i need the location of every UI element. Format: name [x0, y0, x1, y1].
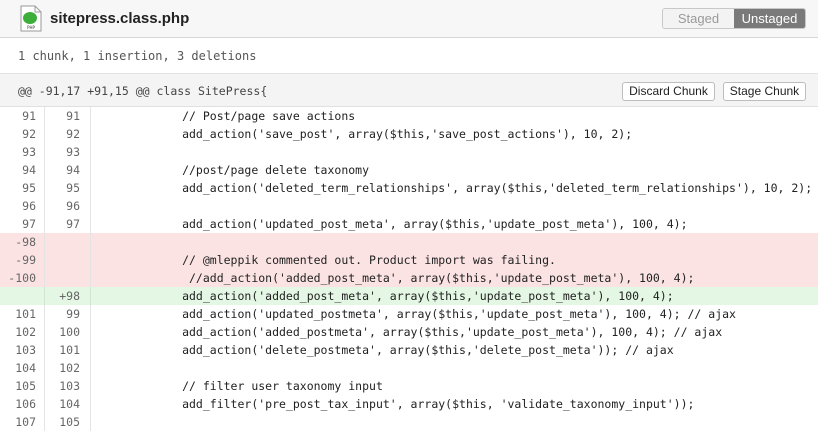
- discard-chunk-button[interactable]: Discard Chunk: [622, 82, 715, 101]
- context-line[interactable]: 94 94 //post/page delete taxonomy: [0, 161, 818, 179]
- context-line[interactable]: 105 103 // filter user taxonomy input: [0, 377, 818, 395]
- file-header: PHP sitepress.class.php Staged Unstaged: [0, 0, 818, 38]
- context-line[interactable]: 107 105: [0, 413, 818, 431]
- old-line-number: [0, 287, 45, 305]
- old-line-number: 93: [0, 143, 45, 161]
- old-line-number: 91: [0, 107, 45, 125]
- staged-tab[interactable]: Staged: [663, 9, 734, 28]
- new-line-number: 95: [45, 179, 91, 197]
- code-line: add_filter('pre_post_tax_input', array($…: [99, 397, 695, 411]
- code-line: // Post/page save actions: [99, 109, 356, 123]
- new-line-number: [45, 251, 91, 269]
- code-line: add_action('added_postmeta', array($this…: [99, 325, 723, 339]
- context-line[interactable]: 104 102: [0, 359, 818, 377]
- old-line-number: 105: [0, 377, 45, 395]
- context-line[interactable]: 96 96: [0, 197, 818, 215]
- deleted-line[interactable]: -98: [0, 233, 818, 251]
- new-line-number: 100: [45, 323, 91, 341]
- old-line-number: 107: [0, 413, 45, 431]
- old-line-number: 104: [0, 359, 45, 377]
- new-line-number: [45, 269, 91, 287]
- new-line-number: 99: [45, 305, 91, 323]
- code-line: //post/page delete taxonomy: [99, 163, 370, 177]
- code-line: add_action('save_post', array($this,'sav…: [99, 127, 633, 141]
- diff-summary: 1 chunk, 1 insertion, 3 deletions: [0, 38, 818, 74]
- svg-text:PHP: PHP: [27, 25, 35, 30]
- new-line-number: 104: [45, 395, 91, 413]
- added-line[interactable]: +98 add_action('added_post_meta', array(…: [0, 287, 818, 305]
- code-line: add_action('delete_postmeta', array($thi…: [99, 343, 674, 357]
- file-name: sitepress.class.php: [50, 10, 190, 27]
- code-line: //add_action('added_post_meta', array($t…: [99, 271, 695, 285]
- context-line[interactable]: 92 92 add_action('save_post', array($this…: [0, 125, 818, 143]
- new-line-number: 103: [45, 377, 91, 395]
- old-line-number: 102: [0, 323, 45, 341]
- new-line-number: 92: [45, 125, 91, 143]
- old-line-number: 95: [0, 179, 45, 197]
- context-line[interactable]: 102 100 add_action('added_postmeta', arra…: [0, 323, 818, 341]
- context-line[interactable]: 91 91 // Post/page save actions: [0, 107, 818, 125]
- code-line: add_action('added_post_meta', array($thi…: [99, 289, 674, 303]
- new-line-number: 96: [45, 197, 91, 215]
- context-line[interactable]: 93 93: [0, 143, 818, 161]
- code-line: add_action('deleted_term_relationships',…: [99, 181, 813, 195]
- code-line: add_action('updated_postmeta', array($th…: [99, 307, 736, 321]
- hunk-header-text: @@ -91,17 +91,15 @@ class SitePress{: [18, 84, 268, 98]
- old-line-number: -100: [0, 269, 45, 287]
- old-line-number: 97: [0, 215, 45, 233]
- old-line-number: 92: [0, 125, 45, 143]
- new-line-number: 102: [45, 359, 91, 377]
- new-line-number: 97: [45, 215, 91, 233]
- new-line-number: +98: [45, 287, 91, 305]
- stage-chunk-button[interactable]: Stage Chunk: [723, 82, 806, 101]
- diff-lines: 91 91 // Post/page save actions 92 92 add_a…: [0, 107, 818, 431]
- context-line[interactable]: 106 104 add_filter('pre_post_tax_input', …: [0, 395, 818, 413]
- new-line-number: 93: [45, 143, 91, 161]
- code-line: add_action('updated_post_meta', array($t…: [99, 217, 688, 231]
- code-line: // @mleppik commented out. Product impor…: [99, 253, 556, 267]
- new-line-number: 101: [45, 341, 91, 359]
- hunk-header: @@ -91,17 +91,15 @@ class SitePress{ Dis…: [0, 74, 818, 107]
- old-line-number: 94: [0, 161, 45, 179]
- context-line[interactable]: 97 97 add_action('updated_post_meta', arr…: [0, 215, 818, 233]
- new-line-number: 94: [45, 161, 91, 179]
- stage-segmented-control: Staged Unstaged: [662, 8, 806, 29]
- unstaged-tab[interactable]: Unstaged: [734, 9, 805, 28]
- deleted-line[interactable]: -99 // @mleppik commented out. Product i…: [0, 251, 818, 269]
- php-file-icon: PHP: [20, 5, 42, 32]
- context-line[interactable]: 95 95 add_action('deleted_term_relationsh…: [0, 179, 818, 197]
- deleted-line[interactable]: -100 //add_action('added_post_meta', arr…: [0, 269, 818, 287]
- context-line[interactable]: 101 99 add_action('updated_postmeta', arr…: [0, 305, 818, 323]
- old-line-number: 101: [0, 305, 45, 323]
- old-line-number: 103: [0, 341, 45, 359]
- new-line-number: [45, 233, 91, 251]
- old-line-number: -98: [0, 233, 45, 251]
- new-line-number: 105: [45, 413, 91, 431]
- old-line-number: 96: [0, 197, 45, 215]
- old-line-number: 106: [0, 395, 45, 413]
- old-line-number: -99: [0, 251, 45, 269]
- code-line: // filter user taxonomy input: [99, 379, 383, 393]
- context-line[interactable]: 103 101 add_action('delete_postmeta', arr…: [0, 341, 818, 359]
- new-line-number: 91: [45, 107, 91, 125]
